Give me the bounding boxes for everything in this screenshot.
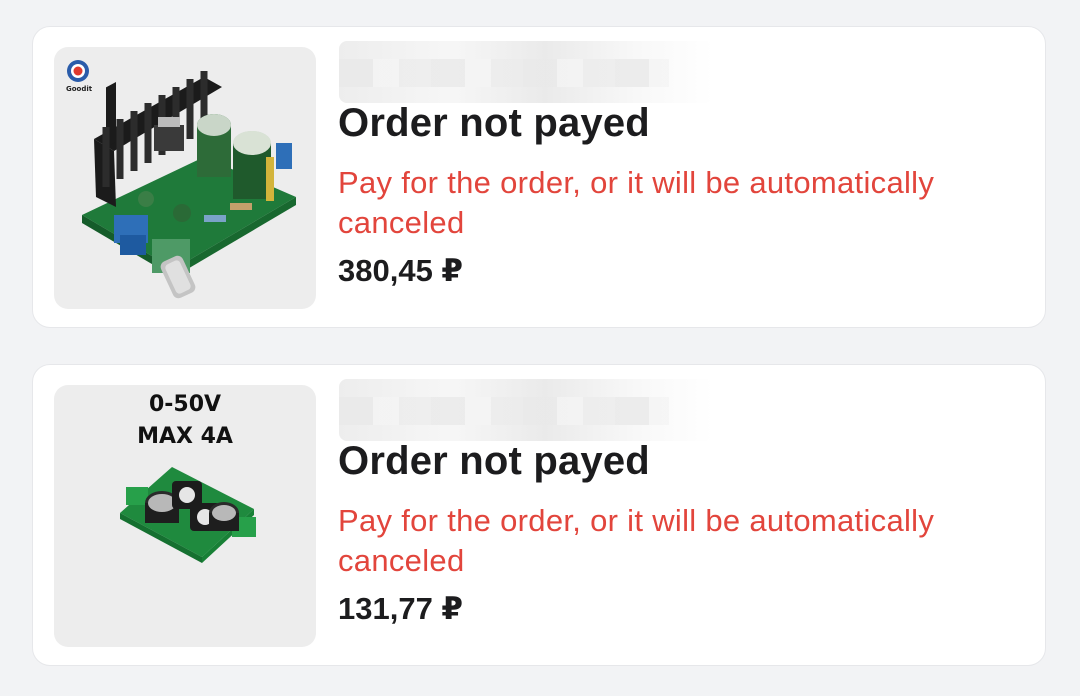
- svg-text:Goodit: Goodit: [66, 85, 93, 93]
- order-card[interactable]: Goodit Order not payed Pay for the order…: [32, 26, 1046, 328]
- payment-warning: Pay for the order, or it will be automat…: [338, 503, 935, 578]
- product-name-redacted: [339, 379, 714, 441]
- order-price: 380,45 ₽: [338, 253, 463, 288]
- product-name-redacted: [339, 41, 714, 103]
- payment-warning: Pay for the order, or it will be automat…: [338, 165, 935, 240]
- brand-logo: Goodit: [66, 60, 93, 93]
- image-label-voltage: 0-50V: [149, 392, 221, 417]
- order-status-title: Order not payed: [338, 439, 650, 483]
- order-card[interactable]: 0-50V MAX 4A Order not payed Pay for the…: [32, 364, 1046, 666]
- product-image[interactable]: Goodit: [54, 47, 316, 309]
- order-status-title: Order not payed: [338, 101, 650, 145]
- amplifier-board-image: Goodit: [66, 60, 296, 299]
- order-list: Goodit Order not payed Pay for the order…: [0, 0, 1080, 696]
- order-price: 131,77 ₽: [338, 591, 463, 626]
- power-filter-module-image: 0-50V MAX 4A: [120, 392, 256, 563]
- image-label-current: MAX 4A: [137, 424, 233, 449]
- product-image[interactable]: 0-50V MAX 4A: [54, 385, 316, 647]
